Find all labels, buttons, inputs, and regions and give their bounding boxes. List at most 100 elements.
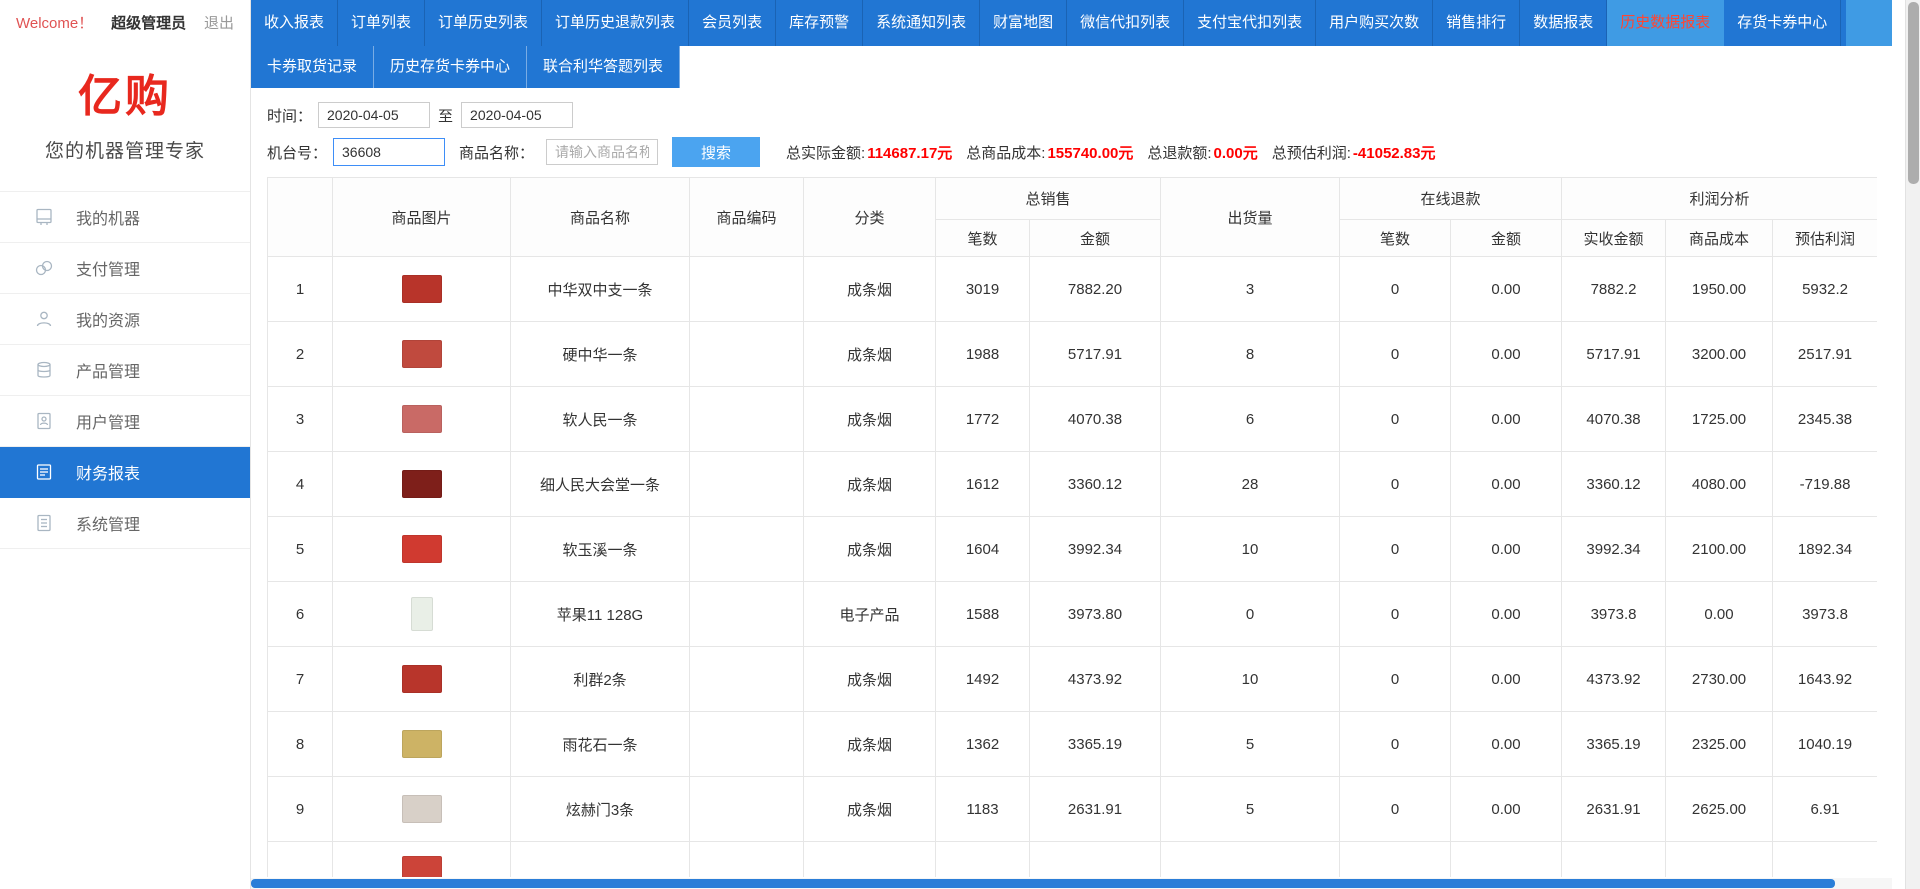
cell-cost	[1666, 842, 1773, 878]
tab-order-history-refunds[interactable]: 订单历史退款列表	[542, 0, 689, 46]
tab-income-report[interactable]: 收入报表	[251, 0, 338, 46]
tab-stock-coupon-center[interactable]: 存货卡券中心	[1724, 0, 1841, 46]
users-icon	[34, 411, 54, 431]
sidebar-item-label: 我的资源	[76, 307, 140, 331]
tab-sales-ranking[interactable]: 销售排行	[1433, 0, 1520, 46]
cell-sales-count: 1362	[936, 712, 1030, 777]
table-row: 4 细人民大会堂一条 成条烟 1612 3360.12 28 0 0.00 33…	[268, 452, 1878, 517]
cell-category: 成条烟	[804, 322, 936, 387]
vertical-scrollbar-thumb[interactable]	[1908, 2, 1919, 184]
logout-link[interactable]: 退出	[204, 12, 234, 33]
cell-sales-amount: 2631.91	[1030, 777, 1161, 842]
top-nav-row2: 卡券取货记录 历史存货卡券中心 联合利华答题列表	[251, 46, 1905, 88]
cell-sales-amount: 4373.92	[1030, 647, 1161, 712]
table-row: 3 软人民一条 成条烟 1772 4070.38 6 0 0.00 4070.3…	[268, 387, 1878, 452]
product-image	[402, 275, 442, 303]
sidebar-item-label: 系统管理	[76, 511, 140, 535]
product-name-input[interactable]	[546, 139, 658, 165]
system-icon	[34, 513, 54, 533]
cell-category	[804, 842, 936, 878]
summary-estimated-profit: 总预估利润:-41052.83元	[1272, 142, 1436, 163]
machine-number-input[interactable]	[333, 138, 445, 166]
cell-sales-count	[936, 842, 1030, 878]
tab-history-data-report[interactable]: 历史数据报表	[1607, 0, 1724, 46]
tab-history-stock-coupon-center[interactable]: 历史存货卡券中心	[374, 46, 527, 88]
cell-category: 成条烟	[804, 387, 936, 452]
table-row: 7 利群2条 成条烟 1492 4373.92 10 0 0.00 4373.9…	[268, 647, 1878, 712]
product-image	[402, 470, 442, 498]
cell-shipment	[1161, 842, 1340, 878]
table-header-row-1: 商品图片 商品名称 商品编码 分类 总销售 出货量 在线退款 利润分析	[268, 178, 1878, 220]
tab-user-purchase-count[interactable]: 用户购买次数	[1316, 0, 1433, 46]
cell-index: 4	[268, 452, 333, 517]
finance-icon	[34, 462, 54, 482]
tab-alipay-withhold[interactable]: 支付宝代扣列表	[1184, 0, 1316, 46]
header-online-refund: 在线退款	[1340, 178, 1562, 220]
horizontal-scrollbar-thumb[interactable]	[251, 879, 1835, 888]
table-row: 6 苹果11 128G 电子产品 1588 3973.80 0 0 0.00 3…	[268, 582, 1878, 647]
sidebar-item-products[interactable]: 产品管理	[0, 345, 250, 396]
cell-code	[690, 322, 804, 387]
cell-name	[511, 842, 690, 878]
current-user: 超级管理员	[111, 12, 186, 33]
sidebar-item-payment[interactable]: 支付管理	[0, 243, 250, 294]
cell-name: 利群2条	[511, 647, 690, 712]
report-table-wrap: 商品图片 商品名称 商品编码 分类 总销售 出货量 在线退款 利润分析 笔数 金…	[267, 177, 1877, 877]
tab-unilever-quiz-list[interactable]: 联合利华答题列表	[527, 46, 680, 88]
cell-code	[690, 842, 804, 878]
tab-stock-warning[interactable]: 库存预警	[776, 0, 863, 46]
cell-refund-amount: 0.00	[1451, 322, 1562, 387]
cell-name: 雨花石一条	[511, 712, 690, 777]
cell-image	[333, 712, 511, 777]
cell-refund-amount: 0.00	[1451, 582, 1562, 647]
tab-order-history[interactable]: 订单历史列表	[425, 0, 542, 46]
tab-member-list[interactable]: 会员列表	[689, 0, 776, 46]
machine-number-label: 机台号：	[267, 142, 327, 163]
cell-cost: 1725.00	[1666, 387, 1773, 452]
cell-image	[333, 777, 511, 842]
brand-logo: 亿购	[0, 60, 250, 124]
sidebar-item-resources[interactable]: 我的资源	[0, 294, 250, 345]
to-label: 至	[438, 105, 453, 126]
tab-wechat-withhold[interactable]: 微信代扣列表	[1067, 0, 1184, 46]
date-from-input[interactable]	[318, 102, 430, 128]
cell-refund-count: 0	[1340, 647, 1451, 712]
table-row: 1 中华双中支一条 成条烟 3019 7882.20 3 0 0.00 7882…	[268, 257, 1878, 322]
cell-image	[333, 452, 511, 517]
cell-cost: 3200.00	[1666, 322, 1773, 387]
cell-received: 2631.91	[1562, 777, 1666, 842]
header-category: 分类	[804, 178, 936, 257]
filter-row-dates: 时间： 至	[267, 100, 1905, 130]
product-image	[411, 597, 433, 631]
cell-refund-count	[1340, 842, 1451, 878]
cell-shipment: 3	[1161, 257, 1340, 322]
date-to-input[interactable]	[461, 102, 573, 128]
cell-received: 3365.19	[1562, 712, 1666, 777]
sidebar-menu: 我的机器 支付管理 我的资源 产品管理 用户管理 财务报表 系统管理	[0, 191, 250, 549]
sidebar-item-my-machines[interactable]: 我的机器	[0, 192, 250, 243]
tab-wealth-map[interactable]: 财富地图	[980, 0, 1067, 46]
cell-index: 8	[268, 712, 333, 777]
product-image	[402, 405, 442, 433]
payment-icon	[34, 258, 54, 278]
cell-profit: 1892.34	[1773, 517, 1877, 582]
cell-cost: 2325.00	[1666, 712, 1773, 777]
cell-category: 成条烟	[804, 777, 936, 842]
sidebar-item-finance-reports[interactable]: 财务报表	[0, 447, 250, 498]
search-button[interactable]: 搜索	[672, 137, 760, 167]
cell-refund-amount: 0.00	[1451, 517, 1562, 582]
tab-system-notices[interactable]: 系统通知列表	[863, 0, 980, 46]
cell-sales-amount: 5717.91	[1030, 322, 1161, 387]
cell-sales-count: 1612	[936, 452, 1030, 517]
nav-more-button[interactable]	[1846, 0, 1892, 46]
header-product-name: 商品名称	[511, 178, 690, 257]
resources-icon	[34, 309, 54, 329]
horizontal-scrollbar	[251, 878, 1892, 889]
cell-refund-amount: 0.00	[1451, 452, 1562, 517]
header-product-code: 商品编码	[690, 178, 804, 257]
tab-coupon-pickup-records[interactable]: 卡券取货记录	[251, 46, 374, 88]
tab-data-report[interactable]: 数据报表	[1520, 0, 1607, 46]
tab-order-list[interactable]: 订单列表	[338, 0, 425, 46]
sidebar-item-users[interactable]: 用户管理	[0, 396, 250, 447]
sidebar-item-system[interactable]: 系统管理	[0, 498, 250, 549]
